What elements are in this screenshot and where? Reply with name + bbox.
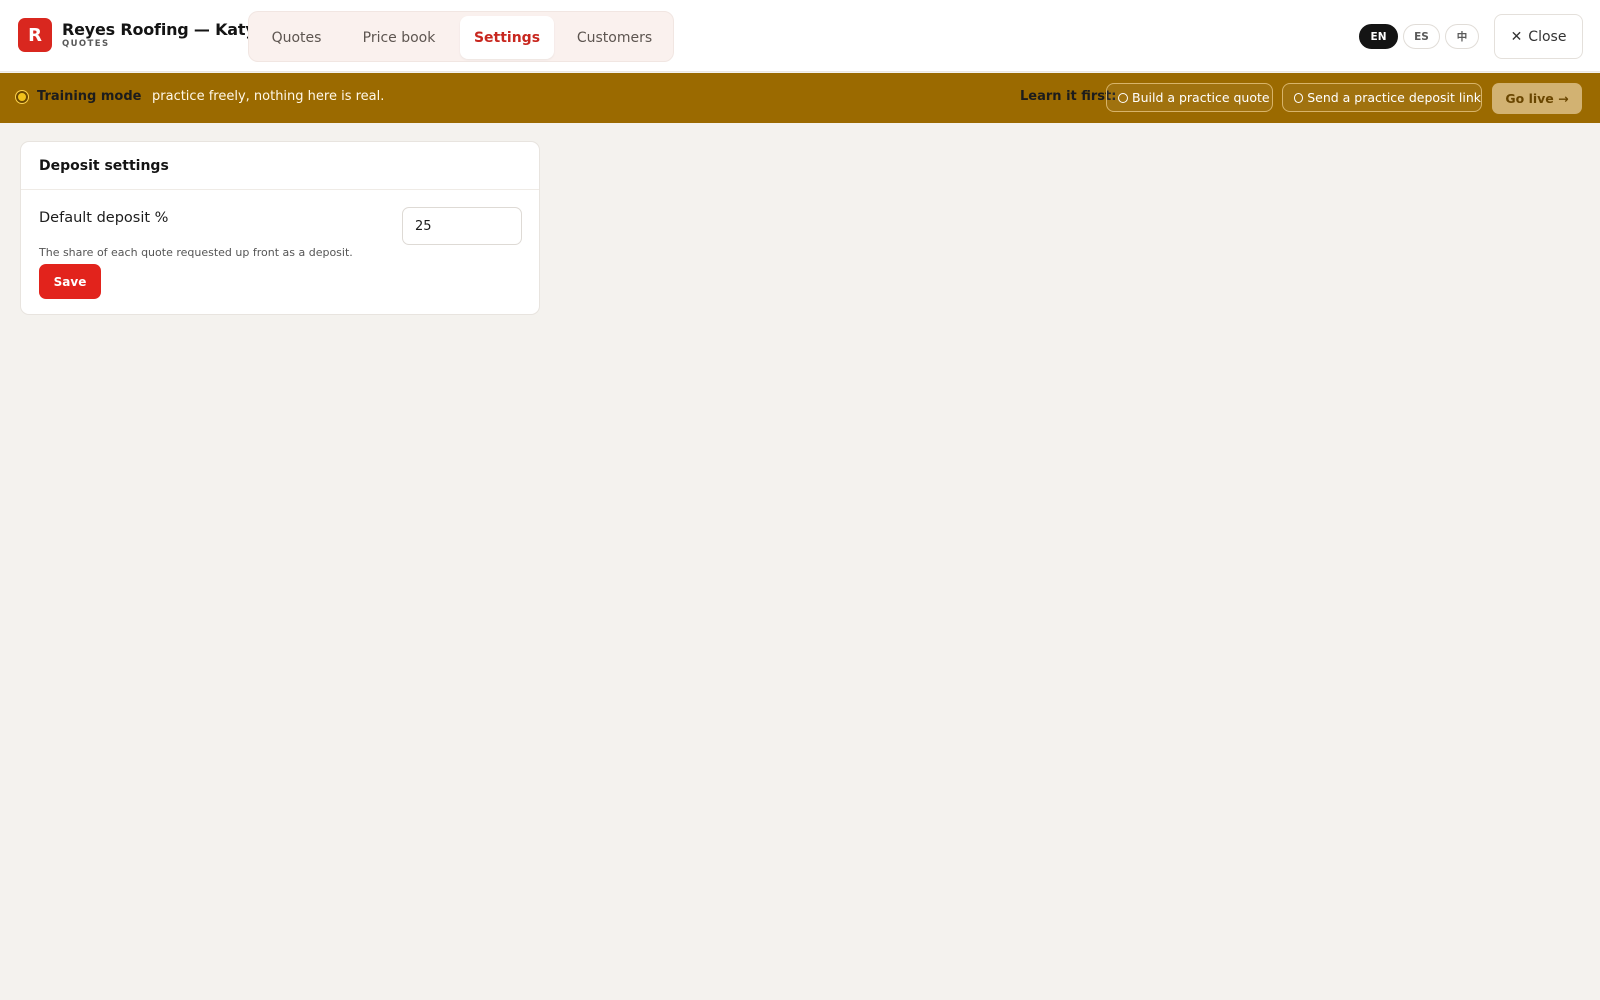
close-button[interactable]: ✕ Close (1494, 14, 1583, 59)
go-live-button[interactable]: Go live → (1492, 83, 1582, 114)
tab-customers[interactable]: Customers (558, 16, 671, 59)
save-button[interactable]: Save (39, 264, 101, 299)
learn-it-first-label: Learn it first: (1020, 89, 1117, 104)
lang-es-button[interactable]: ES (1403, 24, 1440, 49)
brand-logo: R (18, 18, 52, 52)
unchecked-circle-icon (1294, 92, 1304, 103)
default-deposit-help-text: The share of each quote requested up fro… (39, 246, 353, 259)
training-mode-text: practice freely, nothing here is real. (152, 89, 385, 104)
task-build-practice-quote[interactable]: Build a practice quote (1106, 83, 1273, 112)
tab-settings[interactable]: Settings (460, 16, 554, 59)
card-title: Deposit settings (39, 158, 169, 174)
top-header: R Reyes Roofing — Katy QUOTES Quotes Pri… (0, 0, 1600, 72)
main-tabs: Quotes Price book Settings Customers (248, 11, 674, 62)
brand-subtitle: QUOTES (62, 39, 110, 49)
training-mode-title: Training mode (37, 89, 142, 104)
lang-zh-button[interactable]: 中 (1445, 24, 1479, 49)
card-divider (21, 189, 539, 190)
close-button-label: Close (1528, 28, 1567, 45)
default-deposit-label: Default deposit % (39, 210, 169, 226)
task-send-practice-deposit-link[interactable]: Send a practice deposit link (1282, 83, 1482, 112)
close-icon: ✕ (1510, 28, 1523, 45)
tab-price-book[interactable]: Price book (346, 16, 452, 59)
default-deposit-input[interactable] (402, 207, 522, 245)
task-label: Send a practice deposit link (1307, 90, 1481, 105)
deposit-settings-card: Deposit settings Default deposit % The s… (20, 141, 540, 315)
tab-quotes[interactable]: Quotes (253, 16, 340, 59)
brand-name: Reyes Roofing — Katy (62, 20, 256, 39)
task-label: Build a practice quote (1132, 90, 1270, 105)
training-status-dot-icon (16, 91, 28, 103)
lang-en-button[interactable]: EN (1359, 24, 1398, 49)
unchecked-circle-icon (1118, 92, 1128, 103)
